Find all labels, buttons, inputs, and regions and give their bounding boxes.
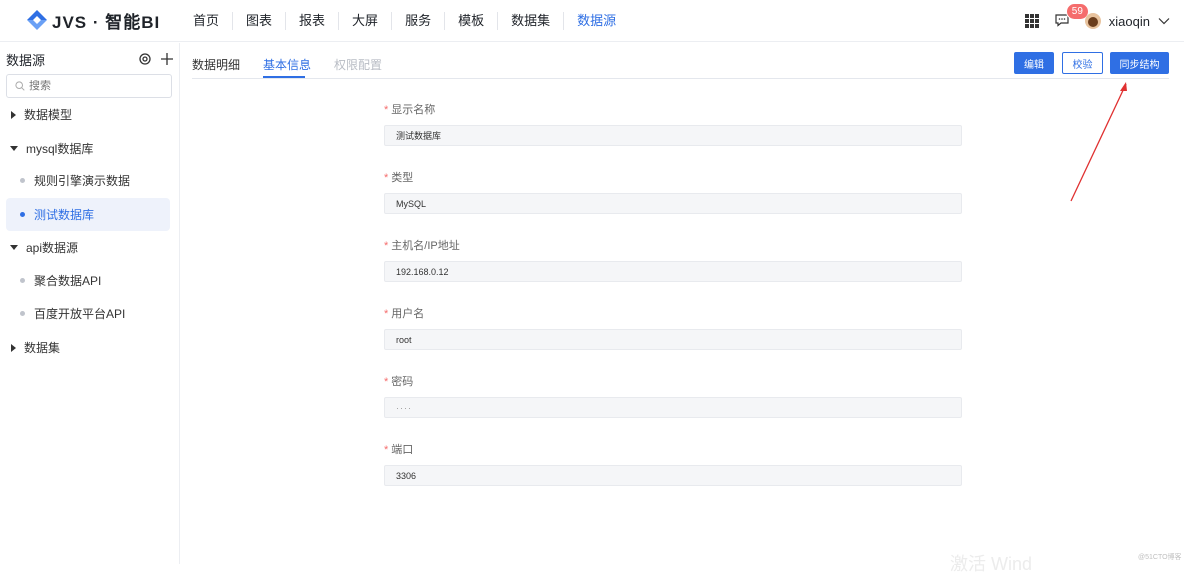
settings-icon[interactable] [138, 52, 152, 66]
tree-item-juhe-api[interactable]: 聚合数据API [6, 264, 170, 297]
field-label-text: 显示名称 [391, 104, 436, 116]
tree-group-api[interactable]: api数据源 [6, 231, 170, 264]
nav-datasources[interactable]: 数据源 [564, 13, 629, 29]
add-icon[interactable] [160, 52, 174, 66]
tree-group-datasets[interactable]: 数据集 [6, 331, 170, 364]
avatar[interactable] [1084, 13, 1101, 29]
sidebar-title: 数据源 [6, 52, 46, 68]
caret-down-icon [10, 146, 18, 151]
bullet-icon [20, 278, 25, 283]
required-mark: * [384, 240, 389, 252]
tree-item-baidu-api[interactable]: 百度开放平台API [6, 297, 170, 330]
nav-big-screen[interactable]: 大屏 [339, 13, 391, 29]
bullet-icon [20, 178, 25, 183]
tree-item-label: 聚合数据API [34, 274, 102, 288]
field-label-text: 类型 [391, 172, 414, 184]
required-mark: * [384, 376, 389, 388]
field-label: * 显示名称 [384, 101, 435, 117]
bullet-icon [20, 311, 25, 316]
chevron-down-icon[interactable] [1158, 17, 1170, 25]
field-label: * 端口 [384, 441, 413, 457]
tree-item-label: 测试数据库 [34, 208, 95, 222]
required-mark: * [384, 444, 389, 456]
password-field[interactable]: ···· [384, 397, 962, 418]
user-area: 59 xiaoqin [1024, 0, 1170, 42]
apps-grid-icon[interactable] [1024, 14, 1039, 28]
tree-item-label: 数据集 [24, 341, 61, 355]
activation-watermark: 激活 Wind [950, 554, 1033, 574]
field-label-text: 端口 [391, 444, 414, 456]
nav-services[interactable]: 服务 [392, 13, 444, 29]
caret-right-icon [11, 110, 16, 119]
messages-button[interactable]: 59 [1055, 3, 1089, 29]
app-logo[interactable]: JVS · 智能BI [26, 8, 160, 32]
field-label-text: 密码 [391, 376, 414, 388]
required-mark: * [384, 172, 389, 184]
tree-item-label: 数据模型 [24, 108, 73, 122]
nav-reports[interactable]: 报表 [286, 13, 338, 29]
nav-datasets[interactable]: 数据集 [498, 13, 563, 29]
tab-basic-info[interactable]: 基本信息 [263, 56, 311, 73]
tree-item-label: 百度开放平台API [34, 307, 126, 321]
tab-permissions[interactable]: 权限配置 [334, 56, 382, 73]
tree-item-label: mysql数据库 [26, 142, 94, 156]
search-input[interactable] [29, 80, 159, 92]
bullet-icon [20, 212, 25, 217]
tree-group-data-model[interactable]: 数据模型 [6, 98, 170, 131]
verify-button[interactable]: 校验 [1062, 52, 1103, 74]
edit-button[interactable]: 编辑 [1014, 52, 1054, 74]
main-panel: 数据明细 基本信息 权限配置 编辑 校验 同步结构 * 显示名称 测试数据库 * 类… [181, 43, 1184, 564]
sync-structure-button[interactable]: 同步结构 [1110, 52, 1169, 74]
type-field[interactable]: MySQL [384, 193, 962, 214]
top-bar: JVS · 智能BI 首页 图表 报表 大屏 服务 模板 数据集 数据源 59 … [0, 0, 1184, 42]
sidebar-header: 数据源 [6, 49, 174, 69]
field-label: * 用户名 [384, 305, 424, 321]
annotation-arrow-icon [1070, 82, 1127, 202]
field-label: * 类型 [384, 169, 413, 185]
tree-item-label: 规则引擎演示数据 [34, 174, 131, 188]
nav-home[interactable]: 首页 [180, 13, 232, 29]
username[interactable]: xiaoqin [1109, 14, 1150, 29]
nav-templates[interactable]: 模板 [445, 13, 497, 29]
nav-charts[interactable]: 图表 [233, 13, 285, 29]
field-label-text: 主机名/IP地址 [391, 240, 460, 252]
required-mark: * [384, 104, 389, 116]
caret-down-icon [10, 245, 18, 250]
search-icon [15, 81, 25, 91]
sidebar-search[interactable] [6, 74, 172, 98]
tree-item-label: api数据源 [26, 241, 79, 255]
field-label: * 主机名/IP地址 [384, 237, 460, 253]
tree-item-rule-engine-demo[interactable]: 规则引擎演示数据 [6, 164, 170, 197]
required-mark: * [384, 308, 389, 320]
port-field[interactable]: 3306 [384, 465, 962, 486]
sidebar: 数据源 数据模型 mysql数据库 规则引擎演示数据 测试数据库 api数据源 [0, 43, 180, 564]
tree-item-test-db[interactable]: 测试数据库 [6, 198, 170, 231]
display-name-field[interactable]: 测试数据库 [384, 125, 962, 146]
field-label: * 密码 [384, 373, 413, 389]
caret-right-icon [11, 343, 16, 352]
logo-icon [27, 10, 47, 30]
username-field[interactable]: root [384, 329, 962, 350]
field-label-text: 用户名 [391, 308, 425, 320]
host-field[interactable]: 192.168.0.12 [384, 261, 962, 282]
source-credit: @51CTO博客 [1138, 554, 1182, 561]
active-tab-indicator [263, 76, 305, 78]
main-nav: 首页 图表 报表 大屏 服务 模板 数据集 数据源 [180, 0, 629, 42]
tree-group-mysql[interactable]: mysql数据库 [6, 132, 170, 165]
logo-text: JVS · 智能BI [52, 12, 161, 32]
tab-data-detail[interactable]: 数据明细 [192, 56, 240, 73]
